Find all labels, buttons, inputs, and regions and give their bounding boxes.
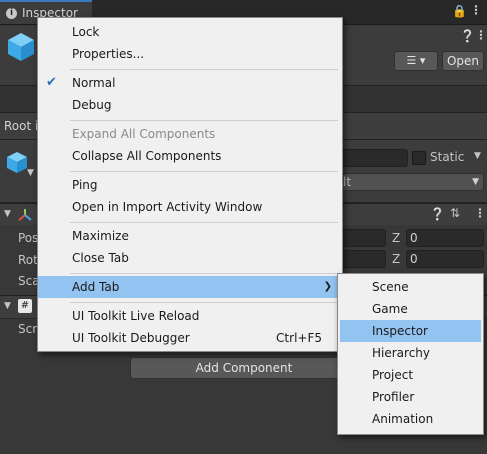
static-dropdown-icon[interactable]: ▼ — [474, 151, 481, 161]
preset-icon[interactable]: ⇅ — [450, 206, 460, 220]
position-z-label: Z — [392, 231, 401, 245]
shortcut-label: Ctrl+F5 — [276, 331, 322, 345]
object-cube-icon — [7, 152, 27, 173]
chevron-down-icon[interactable]: ▼ — [27, 168, 34, 178]
rotation-z-field[interactable]: 0 — [406, 250, 484, 268]
more-options-icon[interactable]: ⋮ — [470, 3, 482, 17]
menu-separator — [70, 222, 338, 223]
menu-item-add-tab-label: Add Tab — [72, 280, 120, 294]
menu-item-maximize[interactable]: Maximize — [38, 225, 342, 247]
name-field[interactable] — [342, 149, 408, 167]
context-menu: Lock Properties... ✔ Normal Debug Expand… — [37, 17, 343, 352]
preset-dropdown[interactable]: ☰ ▾ — [394, 51, 438, 71]
menu-item-ui-toolkit-live-reload[interactable]: UI Toolkit Live Reload — [38, 305, 342, 327]
root-label: Root i — [4, 119, 39, 133]
menu-item-lock[interactable]: Lock — [38, 21, 342, 43]
menu-item-properties[interactable]: Properties... — [38, 43, 342, 65]
submenu-item-profiler[interactable]: Profiler — [338, 386, 483, 408]
foldout-arrow-icon[interactable]: ▼ — [4, 209, 11, 219]
layer-dropdown[interactable]: lt ▼ — [342, 173, 484, 191]
open-button[interactable]: Open — [442, 51, 484, 71]
menu-separator — [70, 273, 338, 274]
position-z-field[interactable]: 0 — [406, 229, 484, 247]
script-icon: # — [18, 299, 32, 313]
static-label: Static — [430, 150, 465, 164]
submenu-arrow-icon: ❯ — [323, 281, 332, 292]
cube-icon — [8, 33, 34, 61]
layer-dropdown-value: lt — [343, 175, 352, 189]
settings-dots-icon[interactable]: ⋮ — [475, 28, 487, 42]
submenu-item-animation[interactable]: Animation — [338, 408, 483, 430]
menu-separator — [70, 120, 338, 121]
menu-item-collapse-all[interactable]: Collapse All Components — [38, 145, 342, 167]
menu-separator — [70, 171, 338, 172]
foldout-arrow-icon[interactable]: ▼ — [4, 301, 11, 311]
more-options-icon[interactable]: ⋮ — [474, 206, 486, 220]
checkmark-icon: ✔ — [46, 75, 57, 90]
submenu-item-inspector[interactable]: Inspector — [340, 320, 481, 342]
menu-item-expand-all: Expand All Components — [72, 127, 216, 141]
help-icon[interactable]: ❔ — [460, 29, 475, 43]
lock-icon[interactable]: 🔒 — [452, 4, 467, 18]
rotation-z-value: 0 — [410, 252, 418, 266]
menu-item-ui-toolkit-debugger-label: UI Toolkit Debugger — [72, 331, 190, 345]
script-field-label: Scr — [18, 322, 38, 336]
add-component-button[interactable]: Add Component — [130, 357, 358, 379]
menu-separator — [70, 302, 338, 303]
menu-item-open-import-activity[interactable]: Open in Import Activity Window — [38, 196, 342, 218]
menu-item-debug[interactable]: Debug — [38, 94, 342, 116]
transform-icon — [18, 209, 32, 221]
rotation-y-field[interactable] — [342, 250, 386, 268]
submenu-item-scene[interactable]: Scene — [338, 276, 483, 298]
rotation-label: Rot — [18, 253, 38, 267]
rotation-z-label: Z — [392, 252, 401, 266]
add-tab-submenu: Scene Game Inspector Hierarchy Project P… — [337, 273, 484, 435]
menu-item-ui-toolkit-debugger[interactable]: UI Toolkit Debugger Ctrl+F5 — [38, 327, 342, 349]
position-z-value: 0 — [410, 231, 418, 245]
menu-item-normal[interactable]: ✔ Normal — [38, 72, 342, 94]
help-icon[interactable]: ❔ — [430, 207, 445, 221]
menu-separator — [70, 69, 338, 70]
static-checkbox[interactable] — [412, 151, 426, 165]
menu-item-add-tab[interactable]: Add Tab ❯ — [38, 276, 342, 298]
chevron-down-icon: ▼ — [472, 177, 479, 187]
submenu-item-hierarchy[interactable]: Hierarchy — [338, 342, 483, 364]
position-label: Pos — [18, 231, 39, 245]
menu-item-close-tab[interactable]: Close Tab — [38, 247, 342, 269]
info-icon: i — [6, 8, 17, 19]
position-y-field[interactable] — [342, 229, 386, 247]
menu-item-normal-label: Normal — [72, 76, 116, 90]
submenu-item-game[interactable]: Game — [338, 298, 483, 320]
menu-item-ping[interactable]: Ping — [38, 174, 342, 196]
submenu-item-project[interactable]: Project — [338, 364, 483, 386]
